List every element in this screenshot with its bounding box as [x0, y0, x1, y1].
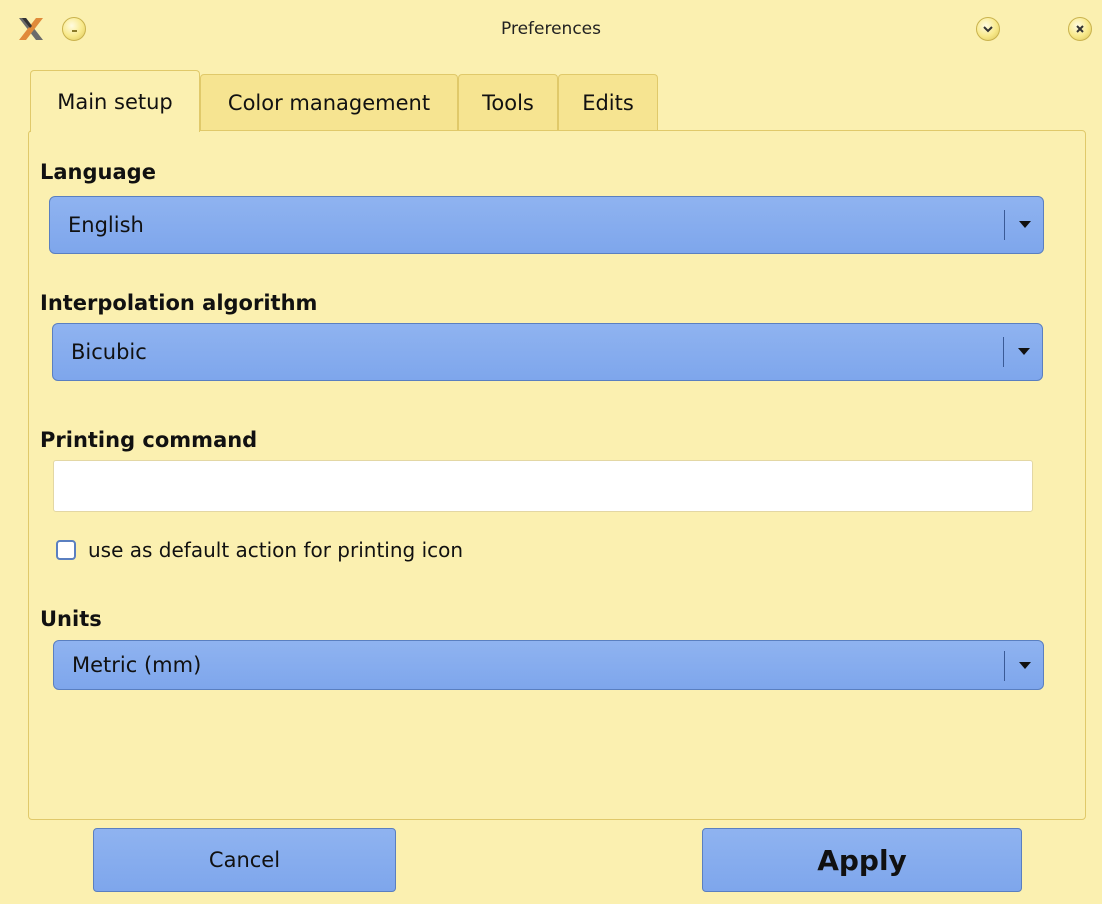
- interpolation-label: Interpolation algorithm: [40, 291, 318, 315]
- default-print-action-option[interactable]: use as default action for printing icon: [56, 535, 463, 565]
- default-print-action-label: use as default action for printing icon: [88, 538, 464, 562]
- interpolation-value: Bicubic: [71, 340, 147, 364]
- default-print-action-checkbox[interactable]: [56, 540, 76, 560]
- units-select[interactable]: Metric (mm): [53, 640, 1044, 690]
- dropdown-separator: [1004, 651, 1005, 681]
- close-icon[interactable]: [1068, 17, 1092, 41]
- apply-button[interactable]: Apply: [702, 828, 1022, 892]
- units-value: Metric (mm): [72, 653, 202, 677]
- language-value: English: [68, 213, 144, 237]
- language-select[interactable]: English: [49, 196, 1044, 254]
- dropdown-arrow-icon: [1019, 221, 1031, 228]
- window-title: Preferences: [501, 19, 601, 39]
- printing-command-input[interactable]: [53, 460, 1033, 512]
- tab-color-management[interactable]: Color management: [200, 74, 458, 130]
- tab-main-setup[interactable]: Main setup: [30, 70, 200, 132]
- tab-tools[interactable]: Tools: [458, 74, 558, 130]
- units-label: Units: [40, 607, 102, 631]
- dropdown-separator: [1004, 210, 1005, 240]
- cancel-button[interactable]: Cancel: [93, 828, 396, 892]
- window-titlebar: Preferences: [0, 0, 1102, 58]
- interpolation-select[interactable]: Bicubic: [52, 323, 1043, 381]
- chevron-down-icon[interactable]: [976, 17, 1000, 41]
- printing-command-label: Printing command: [40, 428, 258, 452]
- tab-edits[interactable]: Edits: [558, 74, 658, 130]
- language-label: Language: [40, 160, 156, 184]
- dropdown-arrow-icon: [1019, 662, 1031, 669]
- dropdown-separator: [1003, 337, 1004, 367]
- dropdown-arrow-icon: [1018, 348, 1030, 355]
